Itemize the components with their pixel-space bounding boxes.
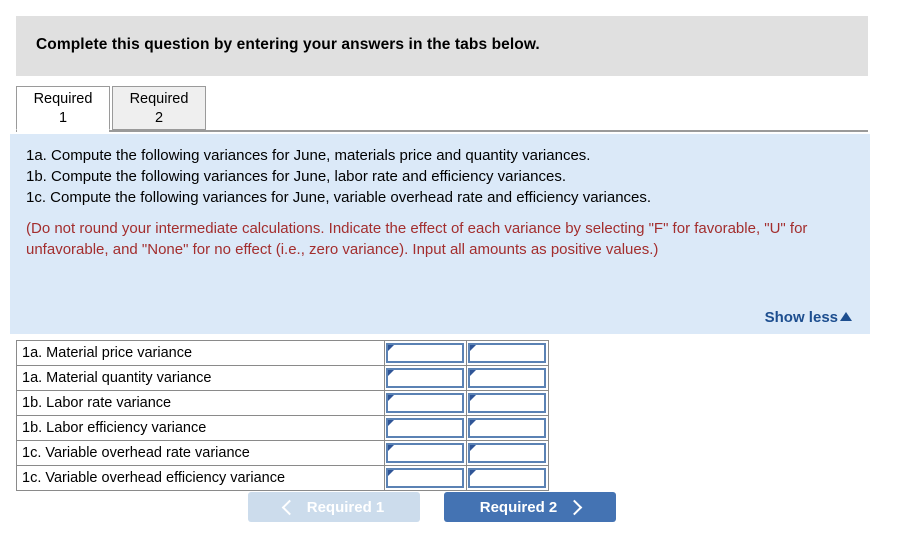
tab-required-2[interactable]: Required 2	[112, 86, 206, 130]
effect-input[interactable]	[468, 418, 546, 438]
amount-input-cell[interactable]	[384, 415, 467, 441]
chevron-right-icon	[566, 499, 583, 515]
tab-strip-divider	[16, 130, 868, 132]
effect-input-cell[interactable]	[466, 465, 549, 491]
amount-input-cell[interactable]	[384, 340, 467, 366]
instruction-note: (Do not round your intermediate calculat…	[26, 220, 808, 258]
amount-input-cell[interactable]	[384, 390, 467, 416]
cell-flag-icon	[388, 395, 394, 401]
cell-flag-icon	[388, 445, 394, 451]
table-row: 1b. Labor rate variance	[16, 390, 549, 416]
effect-input-cell[interactable]	[466, 390, 549, 416]
cell-flag-icon	[470, 420, 476, 426]
row-label: 1b. Labor rate variance	[16, 390, 385, 416]
amount-input-cell[interactable]	[384, 440, 467, 466]
required-2-next-button[interactable]: Required 2	[444, 492, 616, 522]
effect-input[interactable]	[468, 393, 546, 413]
active-tab-notch	[17, 130, 109, 132]
row-label: 1a. Material quantity variance	[16, 365, 385, 391]
tab-strip: Required 1 Required 2	[16, 86, 868, 132]
cell-flag-icon	[388, 370, 394, 376]
cell-flag-icon	[470, 470, 476, 476]
cell-flag-icon	[470, 345, 476, 351]
table-row: 1c. Variable overhead rate variance	[16, 440, 549, 466]
amount-input[interactable]	[386, 343, 464, 363]
show-less-label: Show less	[764, 309, 838, 326]
row-label: 1a. Material price variance	[16, 340, 385, 366]
amount-input-cell[interactable]	[384, 365, 467, 391]
amount-input[interactable]	[386, 418, 464, 438]
table-row: 1c. Variable overhead efficiency varianc…	[16, 465, 549, 491]
row-label: 1b. Labor efficiency variance	[16, 415, 385, 441]
cell-flag-icon	[470, 445, 476, 451]
show-less-toggle[interactable]: Show less	[765, 309, 852, 326]
tab-required-1[interactable]: Required 1	[16, 86, 110, 130]
effect-input-cell[interactable]	[466, 415, 549, 441]
tab-required-1-line2: 1	[58, 110, 68, 126]
instruction-line-1c: 1c. Compute the following variances for …	[26, 189, 652, 206]
table-row: 1a. Material price variance	[16, 340, 549, 366]
cell-flag-icon	[388, 470, 394, 476]
amount-input[interactable]	[386, 443, 464, 463]
row-label: 1c. Variable overhead rate variance	[16, 440, 385, 466]
table-row: 1a. Material quantity variance	[16, 365, 549, 391]
caret-up-icon	[840, 312, 852, 321]
row-label: 1c. Variable overhead efficiency varianc…	[16, 465, 385, 491]
effect-input-cell[interactable]	[466, 340, 549, 366]
table-row: 1b. Labor efficiency variance	[16, 415, 549, 441]
question-header-banner: Complete this question by entering your …	[16, 16, 868, 76]
amount-input[interactable]	[386, 468, 464, 488]
effect-input-cell[interactable]	[466, 440, 549, 466]
cell-flag-icon	[388, 420, 394, 426]
effect-input[interactable]	[468, 468, 546, 488]
required-1-prev-button[interactable]: Required 1	[248, 492, 420, 522]
tab-required-2-line2: 2	[154, 110, 164, 126]
effect-input[interactable]	[468, 343, 546, 363]
effect-input[interactable]	[468, 368, 546, 388]
cell-flag-icon	[388, 345, 394, 351]
effect-input-cell[interactable]	[466, 365, 549, 391]
tab-required-2-line1: Required	[129, 91, 189, 107]
required-2-next-label: Required 2	[479, 498, 558, 516]
page-title: Complete this question by entering your …	[36, 36, 540, 53]
variance-answer-table: 1a. Material price variance 1a. Material…	[16, 340, 549, 491]
wizard-nav: Required 1 Required 2	[248, 492, 648, 522]
tab-required-1-line1: Required	[33, 91, 93, 107]
variance-answer-table-body: 1a. Material price variance 1a. Material…	[16, 340, 549, 491]
cell-flag-icon	[470, 395, 476, 401]
required-1-prev-label: Required 1	[306, 498, 385, 516]
amount-input[interactable]	[386, 368, 464, 388]
amount-input[interactable]	[386, 393, 464, 413]
instruction-panel: 1a. Compute the following variances for …	[10, 134, 870, 334]
cell-flag-icon	[470, 370, 476, 376]
effect-input[interactable]	[468, 443, 546, 463]
instruction-line-1a: 1a. Compute the following variances for …	[26, 147, 591, 164]
amount-input-cell[interactable]	[384, 465, 467, 491]
instruction-line-1b: 1b. Compute the following variances for …	[26, 168, 567, 185]
chevron-left-icon	[281, 499, 298, 515]
